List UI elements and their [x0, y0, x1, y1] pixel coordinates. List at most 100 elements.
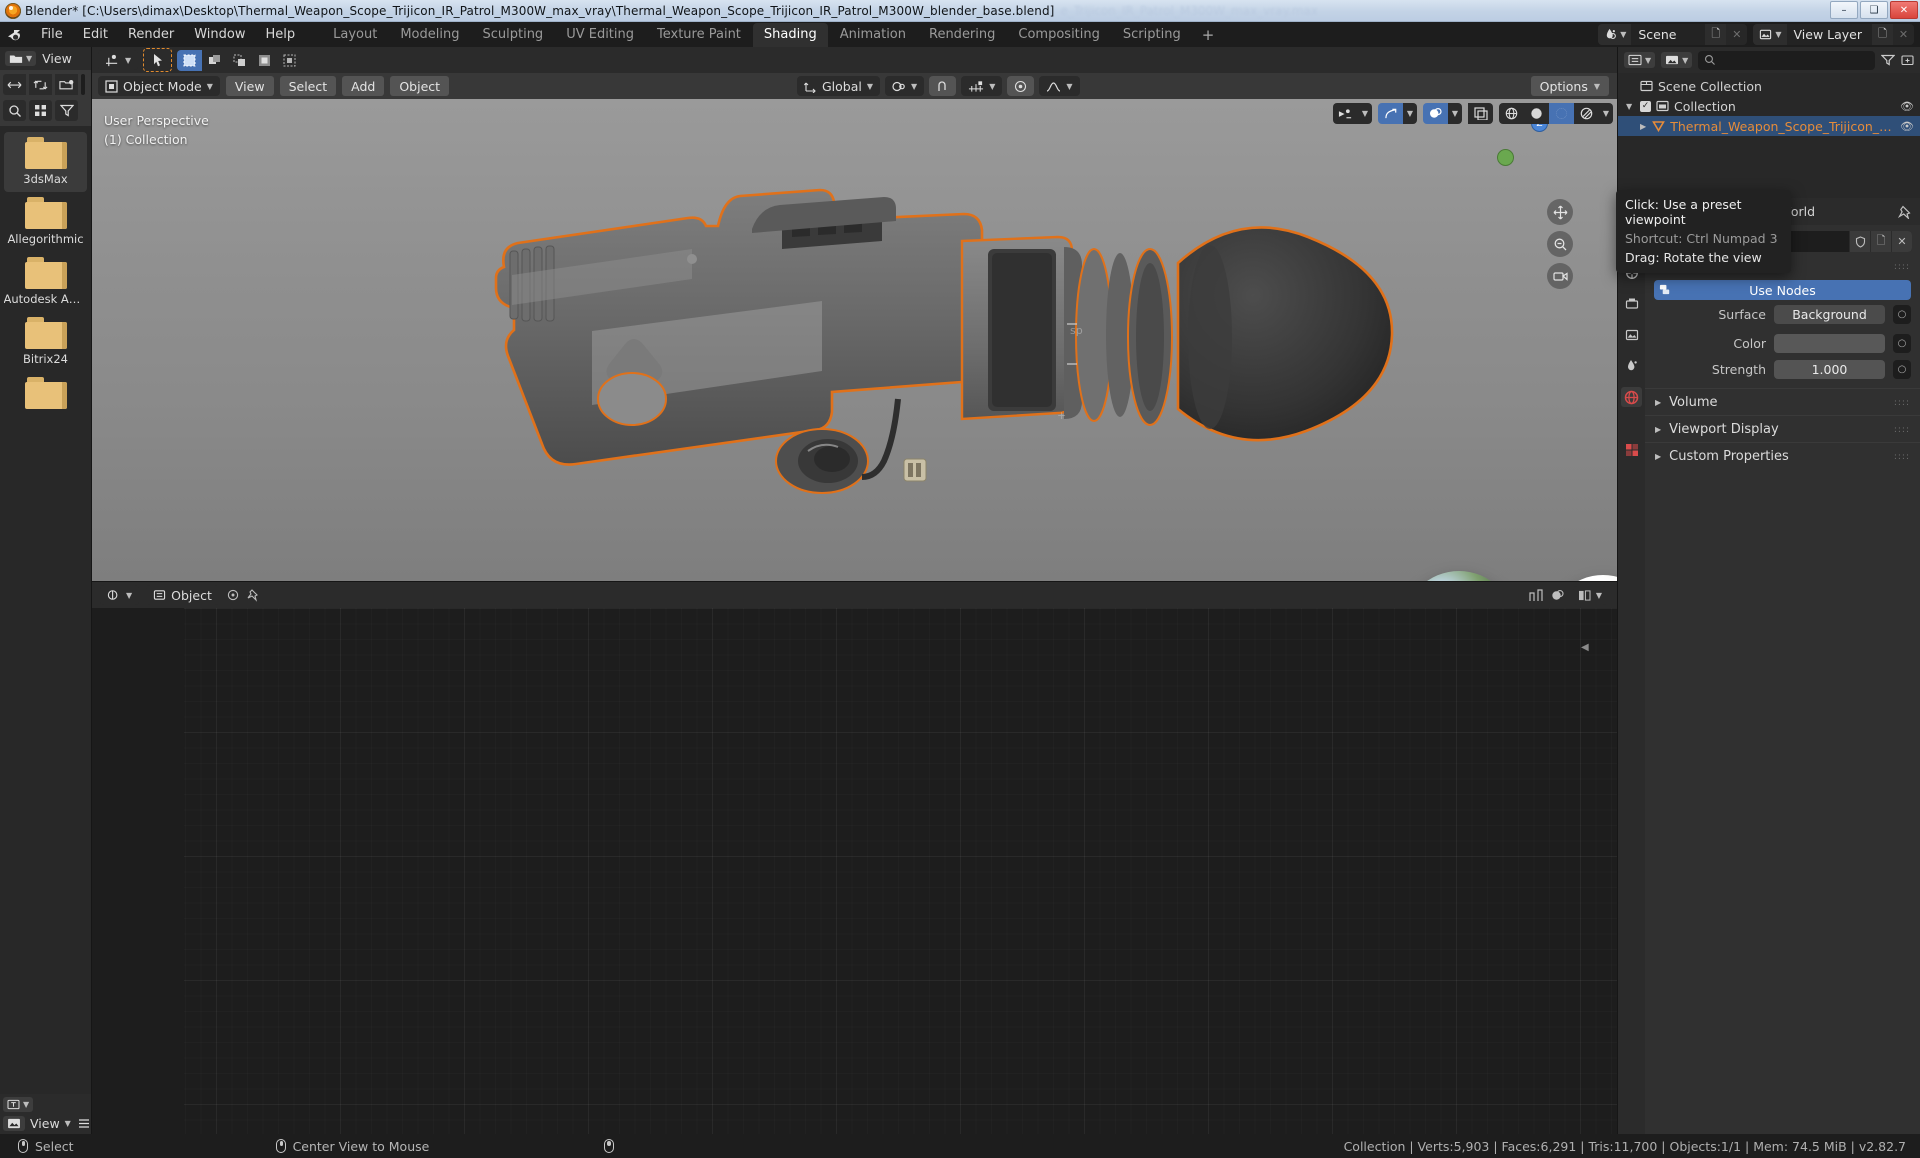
object-visibility-icon[interactable] — [1333, 103, 1358, 124]
file-item[interactable]: Bitrix24 — [4, 312, 87, 372]
use-nodes-button[interactable]: Use Nodes — [1654, 280, 1911, 300]
fake-user-button[interactable] — [1849, 231, 1870, 252]
menu-help[interactable]: Help — [257, 24, 305, 45]
path-field[interactable] — [81, 74, 85, 95]
outliner-row-collection[interactable]: ▼ ✓ Collection 👁 — [1618, 96, 1920, 116]
shader-type-selector[interactable]: ▼ — [100, 585, 140, 605]
background-color-swatch[interactable] — [1774, 334, 1885, 353]
sidebar-expand-arrow-icon[interactable]: ◀ — [1581, 642, 1589, 656]
slot-icon[interactable] — [226, 589, 240, 601]
viewport-menu-object[interactable]: Object — [390, 76, 450, 96]
snap-node-icon[interactable] — [1529, 588, 1543, 602]
disclosure-triangle-icon[interactable]: ▶ — [1655, 452, 1661, 461]
select-difference-icon[interactable] — [277, 49, 303, 71]
new-folder-icon[interactable] — [55, 74, 78, 95]
refresh-icon[interactable] — [29, 74, 52, 95]
tab-texture-properties[interactable] — [1621, 440, 1642, 460]
xray-toggle-icon[interactable] — [1468, 103, 1493, 124]
editor-type-button[interactable]: ▼ — [98, 50, 139, 70]
file-item[interactable]: 3dsMax — [4, 132, 87, 192]
zoom-view-icon[interactable] — [1547, 231, 1573, 257]
tab-layout[interactable]: Layout — [322, 23, 388, 47]
new-view-layer-button[interactable]: 🗋 — [1872, 24, 1893, 45]
editor-type-button[interactable]: ▼ — [5, 51, 37, 66]
solid-shading-icon[interactable] — [1524, 103, 1549, 124]
display-mode-icon[interactable] — [29, 100, 52, 121]
outliner-search-input[interactable] — [1698, 50, 1875, 70]
proportional-falloff-toggle[interactable] — [1007, 76, 1035, 96]
tab-view-layer-properties[interactable] — [1621, 325, 1642, 345]
new-scene-button[interactable]: 🗋 — [1705, 24, 1727, 45]
unlink-world-button[interactable]: ✕ — [1891, 231, 1912, 252]
file-item[interactable] — [4, 372, 87, 415]
disclosure-triangle-icon[interactable]: ▶ — [1655, 425, 1661, 434]
search-icon[interactable] — [3, 100, 26, 121]
remove-view-layer-button[interactable]: ✕ — [1893, 24, 1914, 45]
scene-name[interactable]: Scene — [1631, 24, 1706, 45]
image-editor-icon[interactable] — [3, 1116, 25, 1131]
file-browser-list[interactable]: 3dsMax Allegorithmic Autodesk App.. Bitr… — [0, 126, 91, 1094]
tab-texture-paint[interactable]: Texture Paint — [646, 23, 752, 47]
tab-animation[interactable]: Animation — [829, 23, 917, 47]
gizmo-dropdown-icon[interactable]: ▼ — [1403, 103, 1417, 124]
menu-file[interactable]: File — [32, 24, 72, 45]
file-item[interactable]: Allegorithmic — [4, 192, 87, 252]
hamburger-icon[interactable] — [78, 1118, 90, 1129]
overlay-node-icon[interactable] — [1551, 589, 1565, 602]
wireframe-shading-icon[interactable] — [1499, 103, 1524, 124]
add-workspace-button[interactable]: + — [1193, 23, 1224, 47]
menu-render[interactable]: Render — [119, 24, 183, 45]
active-tool-button[interactable] — [143, 48, 173, 72]
menu-edit[interactable]: Edit — [74, 24, 117, 45]
toggle-camera-view-icon[interactable] — [1547, 263, 1573, 289]
viewport-display-panel-header[interactable]: ▶ Viewport Display :::: — [1645, 415, 1920, 442]
maximize-button[interactable]: ❑ — [1860, 1, 1888, 19]
view-layer-name[interactable]: View Layer — [1786, 24, 1872, 45]
surface-shader-selector[interactable]: Background — [1774, 305, 1885, 324]
disclosure-triangle-icon[interactable]: ▼ — [1626, 102, 1635, 111]
outliner-row-object[interactable]: ▶ Thermal_Weapon_Scope_Trijicon_IR_Patro… — [1618, 116, 1920, 136]
collection-checkbox[interactable]: ✓ — [1640, 100, 1651, 112]
strength-value-field[interactable]: 1.000 — [1774, 360, 1885, 379]
filter-icon[interactable] — [55, 100, 78, 121]
view-layer-selector[interactable]: ▼ View Layer 🗋 ✕ — [1753, 24, 1914, 45]
outliner[interactable]: Scene Collection ▼ ✓ Collection 👁 ▶ Ther… — [1618, 73, 1920, 198]
interaction-mode-selector[interactable]: Object Mode ▼ — [98, 76, 220, 96]
shading-dropdown-icon[interactable]: ▼ — [1599, 103, 1613, 124]
remove-scene-button[interactable]: ✕ — [1726, 24, 1748, 45]
viewport-menu-add[interactable]: Add — [342, 76, 385, 96]
pin-icon[interactable] — [1898, 205, 1912, 219]
disclosure-triangle-icon[interactable]: ▶ — [1640, 122, 1647, 131]
viewport-options-button[interactable]: Options ▼ — [1530, 76, 1609, 96]
shader-editor-view-menu[interactable]: View — [30, 1116, 60, 1131]
navigation-gizmo[interactable]: Z — [1497, 115, 1577, 191]
select-box-icon[interactable] — [177, 49, 203, 71]
tab-scene-properties[interactable] — [1621, 356, 1642, 376]
view-layer-icon[interactable]: ▼ — [1753, 24, 1787, 45]
tab-uv-editing[interactable]: UV Editing — [555, 23, 645, 47]
rendered-shading-icon[interactable] — [1574, 103, 1599, 124]
visibility-eye-icon[interactable]: 👁 — [1900, 100, 1914, 113]
outliner-row-scene-collection[interactable]: Scene Collection — [1618, 76, 1920, 96]
node-options-selector[interactable]: ▼ — [1572, 585, 1607, 605]
select-extend-icon[interactable] — [202, 49, 228, 71]
back-forward-icon[interactable] — [3, 74, 26, 95]
editor-type-button[interactable]: ▼ — [3, 1097, 34, 1112]
file-item[interactable]: Autodesk App.. — [4, 252, 88, 312]
tab-modeling[interactable]: Modeling — [389, 23, 470, 47]
tab-sculpting[interactable]: Sculpting — [471, 23, 554, 47]
tab-compositing[interactable]: Compositing — [1007, 23, 1111, 47]
select-intersect-icon[interactable] — [252, 49, 278, 71]
tab-scripting[interactable]: Scripting — [1112, 23, 1192, 47]
strength-animate-dot[interactable]: ○ — [1893, 360, 1911, 379]
visibility-eye-icon[interactable]: 👁 — [1900, 120, 1914, 133]
tab-world-properties[interactable] — [1621, 387, 1642, 407]
snap-toggle-button[interactable] — [929, 76, 957, 96]
disclosure-triangle-icon[interactable]: ▶ — [1655, 398, 1661, 407]
select-subtract-icon[interactable] — [227, 49, 253, 71]
visibility-dropdown-icon[interactable]: ▼ — [1358, 103, 1372, 124]
transform-orientation-selector[interactable]: Global ▼ — [797, 76, 881, 96]
outliner-display-mode[interactable]: ▼ — [1661, 52, 1693, 68]
scene-icon[interactable]: ▼ — [1598, 24, 1632, 45]
editor-type-button[interactable]: ▼ — [1624, 52, 1656, 68]
